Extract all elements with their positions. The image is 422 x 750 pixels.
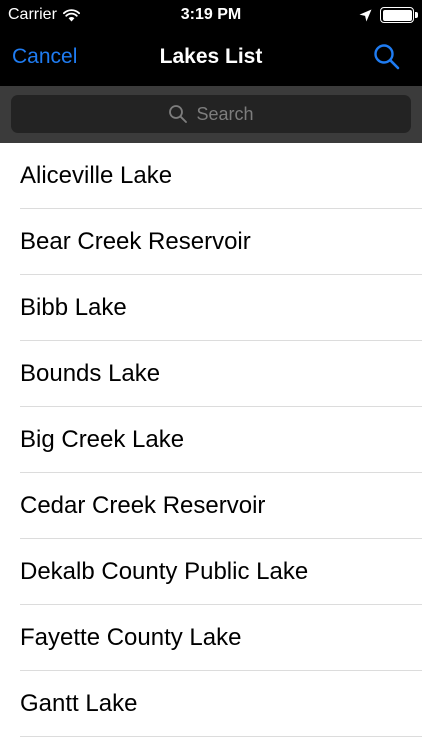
lake-name: Bibb Lake bbox=[20, 294, 127, 321]
battery-icon bbox=[380, 7, 418, 23]
lake-name: Big Creek Lake bbox=[20, 426, 185, 453]
list-item[interactable]: Aliceville Lake bbox=[0, 143, 422, 209]
list-item[interactable]: Bounds Lake bbox=[0, 341, 422, 407]
lake-name: Gantt Lake bbox=[20, 690, 138, 717]
list-item[interactable]: Gantt Lake bbox=[0, 671, 422, 737]
status-bar: Carrier 3:19 PM bbox=[0, 0, 422, 30]
list-item[interactable]: Bibb Lake bbox=[0, 275, 422, 341]
list-item[interactable]: Bear Creek Reservoir bbox=[0, 209, 422, 275]
lake-name: Bounds Lake bbox=[20, 360, 161, 387]
app-screen: Carrier 3:19 PM Cancel Lakes List Search… bbox=[0, 0, 422, 750]
lake-name: Cedar Creek Reservoir bbox=[20, 492, 266, 519]
location-arrow-icon bbox=[359, 9, 372, 21]
lake-name: Fayette County Lake bbox=[20, 624, 242, 651]
lake-name: Dekalb County Public Lake bbox=[20, 558, 309, 585]
page-title: Lakes List bbox=[159, 45, 263, 68]
list-item[interactable]: Fayette County Lake bbox=[0, 605, 422, 671]
magnifier-icon bbox=[169, 105, 188, 123]
navigation-bar: Cancel Lakes List bbox=[0, 30, 422, 86]
search-button[interactable] bbox=[372, 42, 402, 72]
search-input[interactable]: Search bbox=[11, 95, 411, 133]
list-item[interactable]: Big Creek Lake bbox=[0, 407, 422, 473]
lake-list: Aliceville Lake Bear Creek Reservoir Bibb … bbox=[0, 143, 422, 737]
lake-name: Bear Creek Reservoir bbox=[20, 228, 251, 255]
status-right-group bbox=[359, 6, 418, 24]
list-item[interactable]: Cedar Creek Reservoir bbox=[0, 473, 422, 539]
search-placeholder: Search bbox=[196, 103, 254, 124]
search-bar: Search bbox=[0, 86, 422, 143]
battery-fill bbox=[382, 9, 412, 21]
battery-tip bbox=[415, 12, 418, 18]
search-icon bbox=[374, 44, 400, 70]
lake-name: Aliceville Lake bbox=[20, 162, 173, 189]
list-item[interactable]: Dekalb County Public Lake bbox=[0, 539, 422, 605]
